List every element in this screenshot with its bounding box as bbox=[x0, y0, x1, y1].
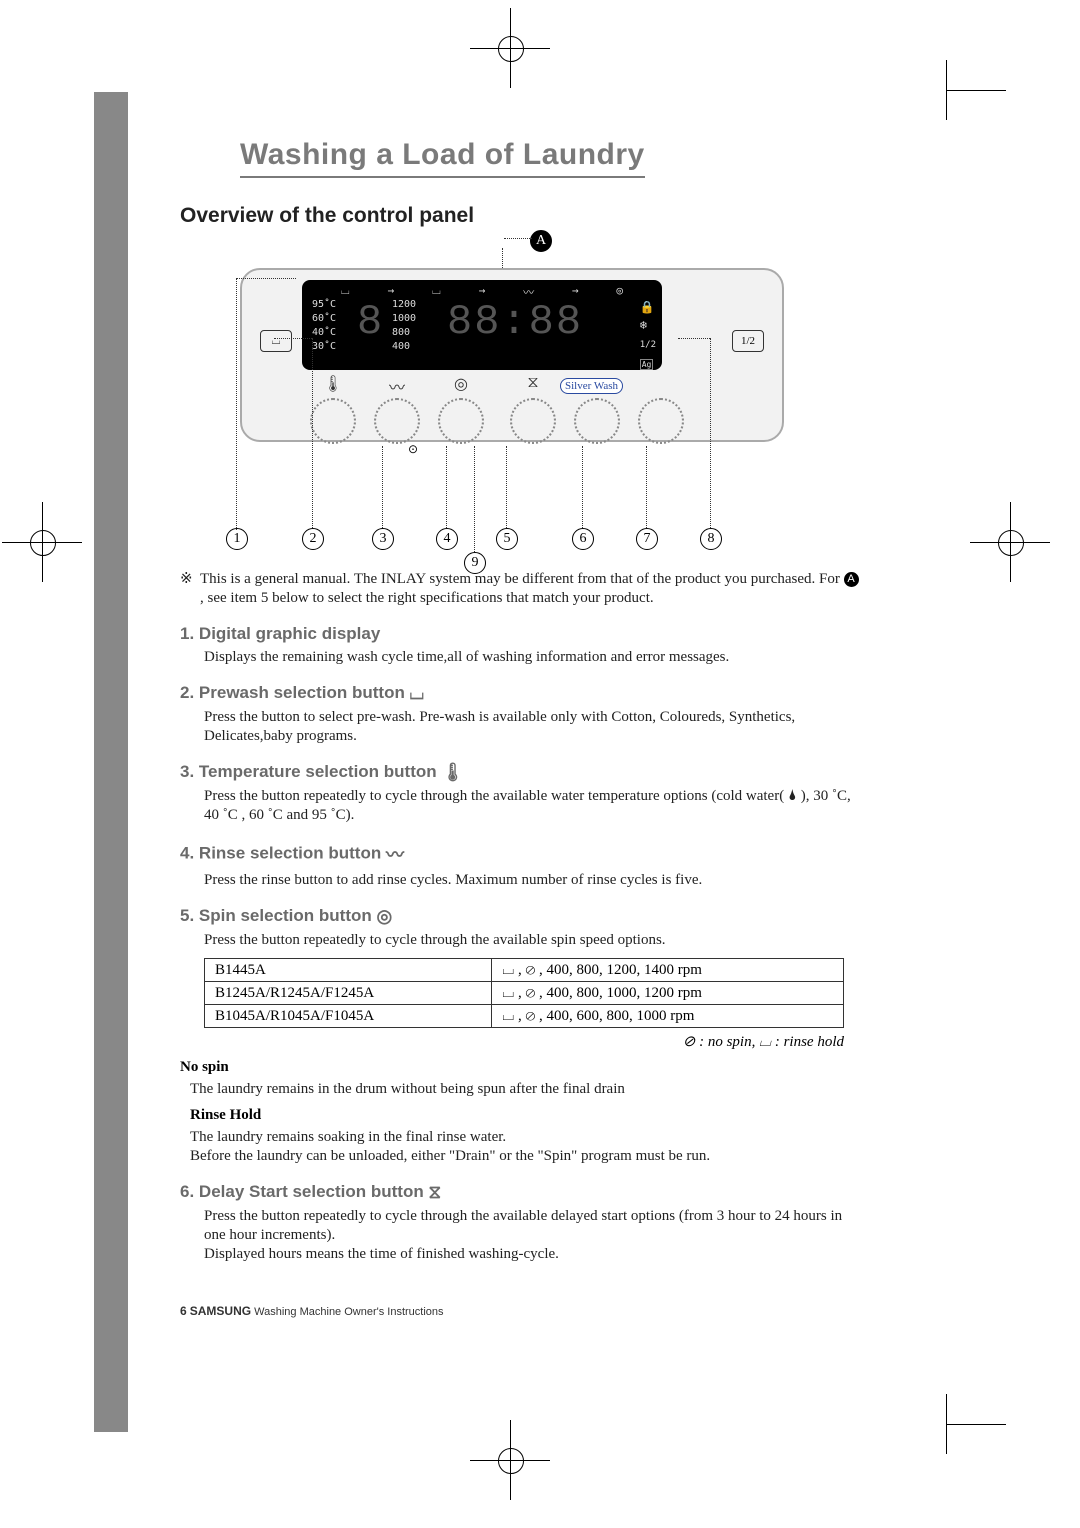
general-note: ※This is a general manual. The INLAY sys… bbox=[180, 570, 860, 608]
thermometer-icon: 🌡 bbox=[323, 374, 343, 394]
crop-mark-tr bbox=[946, 60, 1006, 120]
prewash-side-icon: ⌴ bbox=[260, 330, 292, 352]
page-number: 6 bbox=[180, 1304, 187, 1318]
spin-icon: ◎ bbox=[454, 374, 468, 394]
panel-body: ⌴ 1/2 ⌴→⌴→〰→◎ 95˚C 60˚C 40˚C 30˚C 8 1200… bbox=[240, 268, 784, 442]
note-mark-icon: ※ bbox=[180, 570, 200, 589]
brand-name: SAMSUNG bbox=[190, 1304, 251, 1318]
callout-7: 7 bbox=[636, 528, 658, 550]
callout-2: 2 bbox=[302, 528, 324, 550]
callout-8: 8 bbox=[700, 528, 722, 550]
table-row: B1245A/R1245A/F1245A⌴ , ⊘ , 400, 800, 10… bbox=[205, 982, 844, 1005]
section-title: Overview of the control panel bbox=[180, 204, 860, 228]
time-digits: 88:88 bbox=[447, 298, 583, 346]
item-1-body: Displays the remaining wash cycle time,a… bbox=[204, 648, 860, 667]
item-3-body: Press the button repeatedly to cycle thr… bbox=[204, 787, 860, 825]
callout-1: 1 bbox=[226, 528, 248, 550]
callout-4: 4 bbox=[436, 528, 458, 550]
knob-silverwash bbox=[574, 398, 620, 444]
callout-9: 9 bbox=[464, 552, 486, 574]
knob-rinse: 〰 bbox=[374, 398, 420, 444]
item-2-body: Press the button to select pre-wash. Pre… bbox=[204, 708, 860, 746]
note-text-2: , see item 5 below to select the right s… bbox=[200, 590, 654, 606]
item-6-head: 6. Delay Start selection button ⧖ bbox=[180, 1182, 860, 1203]
knob-spin: ◎ bbox=[438, 398, 484, 444]
prewash-icon: ⌴ bbox=[410, 683, 424, 703]
callout-a: A bbox=[530, 230, 552, 252]
item-1-head: 1. Digital graphic display bbox=[180, 624, 860, 644]
item-4-head: 4. Rinse selection button 〰 bbox=[180, 841, 860, 867]
page-sidebar bbox=[94, 92, 128, 1432]
table-row: B1445A⌴ , ⊘ , 400, 800, 1200, 1400 rpm bbox=[205, 959, 844, 982]
rinse-icon: 〰 bbox=[389, 374, 405, 398]
silverwash-label: Silver Wash bbox=[560, 378, 623, 394]
rinsehold-text: The laundry remains soaking in the final… bbox=[190, 1128, 860, 1166]
callout-3: 3 bbox=[372, 528, 394, 550]
crop-mark-br bbox=[946, 1394, 1006, 1454]
hourglass-icon: ⧖ bbox=[527, 374, 538, 392]
temperature-icon: 🌡 bbox=[441, 762, 464, 782]
item-2-head: 2. Prewash selection button ⌴ bbox=[180, 683, 860, 704]
item-5-body: Press the button repeatedly to cycle thr… bbox=[204, 931, 860, 950]
rinsehold-title: Rinse Hold bbox=[190, 1107, 860, 1124]
footer-text: Washing Machine Owner's Instructions bbox=[254, 1306, 443, 1318]
display-digit: 8 bbox=[357, 298, 382, 346]
speed-column: 1200 1000 800 400 bbox=[392, 298, 416, 354]
callout-5: 5 bbox=[496, 528, 518, 550]
item-5-head: 5. Spin selection button ◎ bbox=[180, 906, 860, 927]
crop-mark-bottom bbox=[480, 1430, 540, 1490]
knob-delay: ⧖ bbox=[510, 398, 556, 444]
page-footer: 6 SAMSUNG Washing Machine Owner's Instru… bbox=[180, 1304, 444, 1318]
callout-6: 6 bbox=[572, 528, 594, 550]
item-4-body: Press the rinse button to add rinse cycl… bbox=[204, 871, 860, 890]
spin-icon-inline: ◎ bbox=[377, 906, 393, 926]
spin-options-table: B1445A⌴ , ⊘ , 400, 800, 1200, 1400 rpm B… bbox=[204, 958, 844, 1028]
display-right-icons: 🔒❄1/2Ag bbox=[640, 298, 656, 374]
door-icon: ⊙ bbox=[408, 442, 418, 457]
note-text-1: This is a general manual. The INLAY syst… bbox=[200, 571, 844, 587]
control-panel-diagram: A ⌴ 1/2 ⌴→⌴→〰→◎ 95˚C 60˚C 40˚C 30˚C 8 12… bbox=[240, 238, 780, 558]
nospin-text: The laundry remains in the drum without … bbox=[190, 1080, 860, 1099]
half-load-icon: 1/2 bbox=[732, 330, 764, 352]
item-6-body: Press the button repeatedly to cycle thr… bbox=[204, 1207, 860, 1264]
crop-mark-left bbox=[12, 512, 72, 572]
item-3-head: 3. Temperature selection button 🌡 bbox=[180, 762, 860, 783]
delay-icon-inline: ⧖ bbox=[428, 1182, 441, 1202]
knob-temperature: 🌡 bbox=[310, 398, 356, 444]
crop-mark-top bbox=[480, 18, 540, 78]
nospin-title: No spin bbox=[180, 1059, 860, 1076]
knob-extra bbox=[638, 398, 684, 444]
page-content: Washing a Load of Laundry Overview of th… bbox=[180, 138, 860, 1264]
page-title: Washing a Load of Laundry bbox=[240, 138, 645, 178]
crop-mark-right bbox=[980, 512, 1040, 572]
temp-column: 95˚C 60˚C 40˚C 30˚C bbox=[312, 298, 336, 354]
digital-display: ⌴→⌴→〰→◎ 95˚C 60˚C 40˚C 30˚C 8 1200 1000 … bbox=[302, 280, 662, 370]
note-a-badge: A bbox=[844, 572, 859, 587]
table-row: B1045A/R1045A/F1045A⌴ , ⊘ , 400, 600, 80… bbox=[205, 1005, 844, 1028]
rinse-icon-inline: 〰 bbox=[386, 845, 404, 865]
spin-legend: ⊘ : no spin, ⌴ : rinse hold bbox=[204, 1032, 844, 1051]
